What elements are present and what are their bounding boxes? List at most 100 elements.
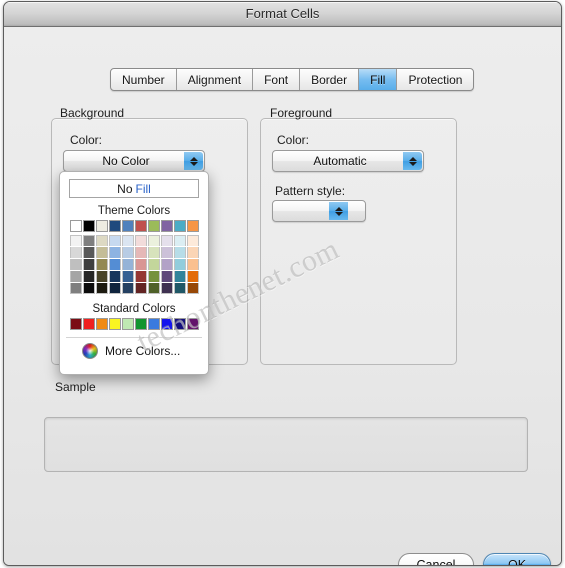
theme-tint-9-4[interactable] [186, 283, 199, 294]
theme-tint-3-3[interactable] [108, 271, 121, 282]
standard-swatch-0[interactable] [69, 318, 82, 330]
theme-tint-7-4[interactable] [160, 283, 173, 294]
theme-tint-7-2[interactable] [160, 259, 173, 270]
standard-swatch-9[interactable] [186, 318, 199, 330]
theme-tint-0-4[interactable] [69, 283, 82, 294]
theme-tint-9-3[interactable] [186, 271, 199, 282]
theme-tint-2-1[interactable] [95, 247, 108, 258]
tab-protection[interactable]: Protection [397, 69, 473, 90]
background-color-label: Color: [70, 133, 103, 147]
format-cells-dialog: Format Cells Number Alignment Font Border Fi… [3, 1, 562, 566]
no-fill-prefix: No [117, 181, 133, 196]
menu-item-more-colors[interactable]: More Colors... [60, 338, 208, 359]
theme-tint-4-1[interactable] [121, 247, 134, 258]
theme-tint-5-0[interactable] [134, 235, 147, 246]
theme-tint-9-1[interactable] [186, 247, 199, 258]
theme-tint-4-0[interactable] [121, 235, 134, 246]
theme-tint-2-4[interactable] [95, 283, 108, 294]
theme-tint-5-1[interactable] [134, 247, 147, 258]
sample-preview [44, 417, 528, 472]
theme-tint-1-0[interactable] [82, 235, 95, 246]
theme-tint-1-1[interactable] [82, 247, 95, 258]
theme-tint-2-3[interactable] [95, 271, 108, 282]
title-bar[interactable]: Format Cells [4, 2, 561, 27]
theme-tint-7-0[interactable] [160, 235, 173, 246]
theme-tint-6-2[interactable] [147, 259, 160, 270]
theme-tint-6-1[interactable] [147, 247, 160, 258]
theme-tint-5-2[interactable] [134, 259, 147, 270]
ok-button[interactable]: OK [483, 553, 551, 565]
theme-tint-8-4[interactable] [173, 283, 186, 294]
theme-tint-3-1[interactable] [108, 247, 121, 258]
theme-swatch-3[interactable] [108, 220, 121, 232]
theme-tint-1-2[interactable] [82, 259, 95, 270]
theme-tint-0-3[interactable] [69, 271, 82, 282]
theme-tint-0-2[interactable] [69, 259, 82, 270]
cancel-button[interactable]: Cancel [398, 553, 474, 565]
theme-swatch-8[interactable] [173, 220, 186, 232]
theme-tint-8-3[interactable] [173, 271, 186, 282]
popup-arrows-icon [184, 152, 203, 170]
background-group-label: Background [60, 106, 125, 120]
standard-swatch-3[interactable] [108, 318, 121, 330]
standard-swatch-1[interactable] [82, 318, 95, 330]
theme-tint-6-3[interactable] [147, 271, 160, 282]
foreground-color-popup-button[interactable]: Automatic [272, 150, 424, 172]
tab-fill[interactable]: Fill [359, 69, 398, 90]
theme-tint-2-0[interactable] [95, 235, 108, 246]
standard-colors-row [60, 318, 208, 330]
theme-swatch-1[interactable] [82, 220, 95, 232]
foreground-color-label: Color: [277, 133, 310, 147]
theme-colors-tint-grid [60, 235, 208, 294]
theme-tint-5-3[interactable] [134, 271, 147, 282]
theme-tint-1-3[interactable] [82, 271, 95, 282]
theme-tint-9-2[interactable] [186, 259, 199, 270]
pattern-style-popup-button[interactable] [272, 200, 366, 222]
tab-border[interactable]: Border [300, 69, 360, 90]
theme-tint-9-0[interactable] [186, 235, 199, 246]
background-color-value: No Color [102, 154, 150, 168]
standard-swatch-5[interactable] [134, 318, 147, 330]
theme-tint-8-2[interactable] [173, 259, 186, 270]
theme-colors-base-row [60, 220, 208, 232]
theme-tint-1-4[interactable] [82, 283, 95, 294]
theme-tint-0-1[interactable] [69, 247, 82, 258]
theme-swatch-2[interactable] [95, 220, 108, 232]
menu-item-no-fill[interactable]: No Fill [69, 179, 199, 198]
theme-swatch-0[interactable] [69, 220, 82, 232]
theme-tint-2-2[interactable] [95, 259, 108, 270]
theme-tint-8-0[interactable] [173, 235, 186, 246]
background-color-popup-button[interactable]: No Color [63, 150, 205, 172]
standard-swatch-8[interactable] [173, 318, 186, 330]
theme-tint-7-3[interactable] [160, 271, 173, 282]
standard-swatch-7[interactable] [160, 318, 173, 330]
theme-tint-7-1[interactable] [160, 247, 173, 258]
theme-tint-3-0[interactable] [108, 235, 121, 246]
theme-tint-4-3[interactable] [121, 271, 134, 282]
window-title: Format Cells [245, 6, 320, 21]
theme-tint-0-0[interactable] [69, 235, 82, 246]
tab-font[interactable]: Font [253, 69, 301, 90]
theme-tint-3-4[interactable] [108, 283, 121, 294]
sample-label: Sample [55, 380, 96, 394]
theme-tint-4-4[interactable] [121, 283, 134, 294]
popup-arrows-icon [403, 152, 422, 170]
theme-tint-4-2[interactable] [121, 259, 134, 270]
standard-swatch-2[interactable] [95, 318, 108, 330]
tab-alignment[interactable]: Alignment [177, 69, 254, 90]
standard-swatch-6[interactable] [147, 318, 160, 330]
theme-swatch-7[interactable] [160, 220, 173, 232]
more-colors-label: More Colors... [105, 344, 181, 358]
theme-tint-3-2[interactable] [108, 259, 121, 270]
theme-tint-8-1[interactable] [173, 247, 186, 258]
theme-swatch-9[interactable] [186, 220, 199, 232]
color-wheel-icon [82, 343, 98, 359]
theme-tint-6-4[interactable] [147, 283, 160, 294]
theme-tint-6-0[interactable] [147, 235, 160, 246]
theme-tint-5-4[interactable] [134, 283, 147, 294]
tab-number[interactable]: Number [111, 69, 177, 90]
standard-swatch-4[interactable] [121, 318, 134, 330]
theme-swatch-4[interactable] [121, 220, 134, 232]
theme-swatch-6[interactable] [147, 220, 160, 232]
theme-swatch-5[interactable] [134, 220, 147, 232]
